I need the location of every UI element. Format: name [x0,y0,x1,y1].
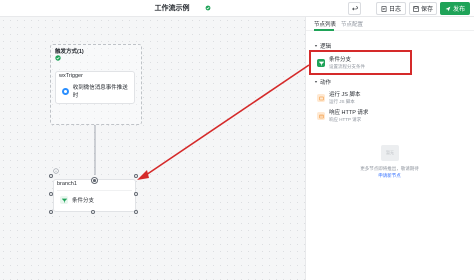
check-icon [55,55,61,61]
publish-button[interactable]: 发布 [440,2,470,15]
undo-icon [351,5,358,10]
panel-tabs: 节点列表 节点配置 [306,17,474,31]
publish-label: 发布 [452,7,465,13]
apply-node-link[interactable]: 申请新节点 [305,173,474,179]
workflow-canvas[interactable]: 触发方式(1) wxTrigger 收到微信消息事件推送时 branch1 条件… [0,17,305,280]
active-tab-indicator [314,29,334,31]
section-action-label: 动作 [320,80,332,86]
connector-port[interactable] [91,177,98,184]
section-logic[interactable]: 逻辑 [314,42,331,50]
annotation-highlight [309,50,412,75]
undo-button[interactable] [348,2,361,15]
save-label: 保存 [420,7,433,13]
log-label: 日志 [388,7,401,13]
log-button[interactable]: 日志 [376,2,406,15]
send-icon [445,6,451,11]
item-title: 响应 HTTP 请求 [329,109,369,116]
empty-image-text: 暂无 [386,150,394,155]
resize-handle[interactable] [91,210,95,214]
tab-node-list[interactable]: 节点列表 [314,20,336,28]
trigger-group-title: 触发方式(1) [55,49,84,55]
branch-icon [60,196,68,204]
item-desc: 响应 HTTP 请求 [329,116,362,122]
branch-text: 条件分支 [72,198,95,204]
section-logic-label: 逻辑 [320,44,332,50]
section-action[interactable]: 动作 [314,78,331,86]
empty-text: 更多节点即将推出，敬请期待 [360,166,419,171]
empty-image-icon: 暂无 [381,145,399,161]
branch-node[interactable]: 条件分支 [57,190,132,209]
resize-handle[interactable] [49,174,53,178]
code-icon [317,94,325,102]
chevron-down-icon [314,81,318,83]
top-bar: 工作流示例 日志 保存 发布 [0,0,474,17]
item-desc: 运行 JS 脚本 [329,98,355,104]
log-icon [381,5,387,12]
panel-item-http[interactable]: 响应 HTTP 请求 响应 HTTP 请求 [314,107,466,125]
trigger-card-label: wxTrigger [59,73,83,79]
trigger-node[interactable]: 收到微信消息事件推送时 [59,82,131,100]
branch-card-label: branch1 [57,181,77,187]
trigger-card[interactable]: wxTrigger 收到微信消息事件推送时 [55,71,135,104]
panel-item-js[interactable]: 运行 JS 脚本 运行 JS 脚本 [314,89,466,107]
resize-handle[interactable] [49,210,53,214]
resize-handle[interactable] [134,210,138,214]
chevron-down-icon [314,45,318,47]
item-title: 运行 JS 脚本 [329,91,361,98]
resize-handle[interactable] [134,174,138,178]
save-button[interactable]: 保存 [409,2,437,15]
message-icon [62,87,69,95]
http-icon [317,112,325,120]
resize-handle[interactable] [134,192,138,196]
status-icon [205,5,211,11]
resize-handle[interactable] [49,192,53,196]
info-icon [53,168,59,174]
save-icon [413,5,419,12]
workflow-title: 工作流示例 [154,5,190,12]
tab-node-config[interactable]: 节点配置 [341,20,363,28]
trigger-text: 收到微信消息事件推送时 [72,85,128,99]
